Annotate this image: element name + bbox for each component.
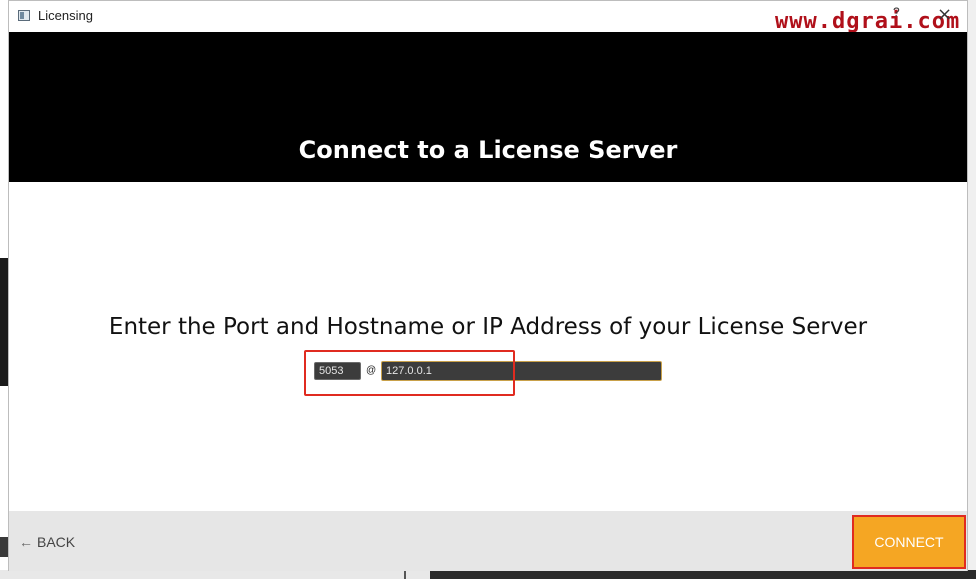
background-app-panel-lower bbox=[0, 537, 8, 557]
connect-label: CONNECT bbox=[874, 534, 944, 550]
background-app-divider bbox=[404, 570, 406, 579]
footer-bar: ← BACK CONNECT bbox=[9, 511, 967, 571]
window-title: Licensing bbox=[38, 8, 93, 23]
licensing-dialog: Licensing www.dgrai.com ? × Connect to a… bbox=[8, 0, 968, 571]
app-icon bbox=[18, 10, 30, 21]
page-title: Connect to a License Server bbox=[298, 136, 678, 164]
annotation-highlight-inputs bbox=[304, 350, 515, 396]
back-arrow-icon: ← bbox=[19, 534, 33, 550]
help-icon[interactable]: ? bbox=[893, 5, 900, 19]
connect-button[interactable]: CONNECT bbox=[852, 515, 966, 569]
watermark: www.dgrai.com bbox=[775, 9, 961, 34]
background-app-dark-area bbox=[430, 570, 976, 579]
server-prompt: Enter the Port and Hostname or IP Addres… bbox=[108, 314, 868, 340]
back-button[interactable]: ← BACK bbox=[19, 531, 75, 553]
close-icon[interactable]: × bbox=[937, 5, 952, 25]
header-band: Connect to a License Server bbox=[9, 32, 967, 182]
back-label: BACK bbox=[37, 534, 76, 550]
titlebar: Licensing www.dgrai.com ? × bbox=[9, 1, 967, 34]
background-app-panel bbox=[0, 258, 8, 386]
